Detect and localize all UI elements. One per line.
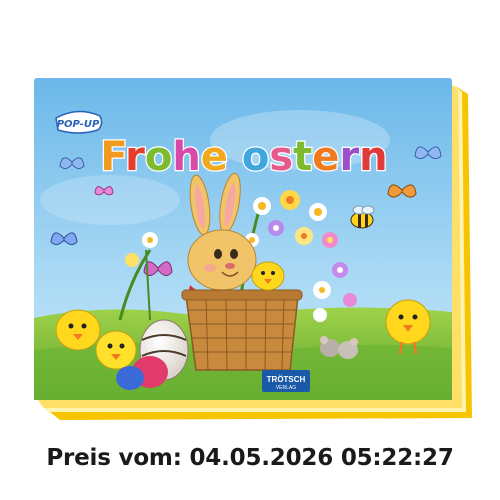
title-letter: h bbox=[172, 134, 200, 180]
book-cover-image: POP-UP Frohe ostern TRÖTSCH VERLAG bbox=[34, 78, 472, 420]
title-letter: e bbox=[201, 134, 228, 180]
cover-title: Frohe ostern bbox=[99, 133, 389, 182]
title-letter: r bbox=[125, 134, 145, 180]
chick-illustration bbox=[95, 330, 137, 370]
svg-text:Frohe ostern: Frohe ostern bbox=[100, 134, 387, 180]
title-letter: n bbox=[359, 134, 387, 180]
title-letter: o bbox=[242, 134, 269, 180]
chick-illustration bbox=[55, 309, 101, 351]
title-letter: F bbox=[100, 134, 125, 180]
title-letter: s bbox=[269, 134, 293, 180]
popup-badge-label: POP-UP bbox=[57, 119, 100, 130]
chick-illustration bbox=[251, 261, 285, 291]
publisher-sub: VERLAG bbox=[276, 385, 296, 391]
title-letter: t bbox=[293, 134, 312, 180]
publisher-logo: TRÖTSCH VERLAG bbox=[262, 370, 310, 392]
title-letter: o bbox=[145, 134, 172, 180]
title-letter: r bbox=[339, 134, 359, 180]
bee-icon bbox=[350, 205, 375, 229]
publisher-name: TRÖTSCH bbox=[267, 375, 306, 384]
popup-badge: POP-UP bbox=[55, 110, 103, 134]
basket-illustration bbox=[181, 289, 303, 371]
title-letter: e bbox=[312, 134, 339, 180]
price-caption: Preis vom: 04.05.2026 05:22:27 bbox=[46, 445, 454, 471]
